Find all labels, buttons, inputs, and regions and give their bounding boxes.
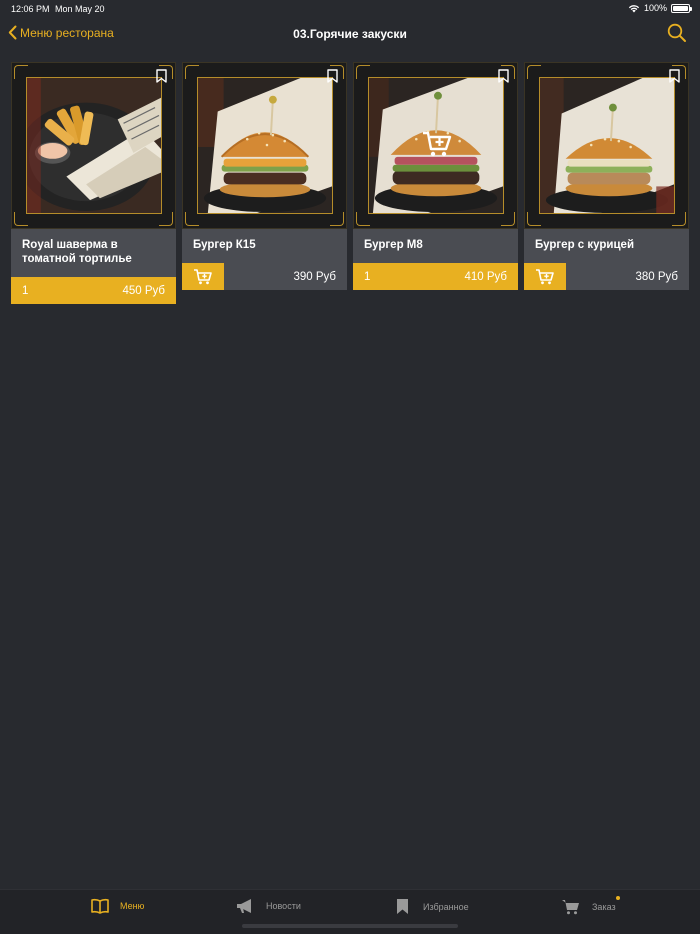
in-cart-overlay-icon bbox=[422, 129, 452, 164]
home-indicator bbox=[242, 924, 458, 928]
product-cart-row[interactable]: 1 450 Руб bbox=[11, 277, 176, 304]
order-badge-dot bbox=[616, 896, 620, 900]
bookmark-button[interactable] bbox=[498, 69, 509, 88]
cart-plus-icon bbox=[536, 269, 554, 285]
megaphone-icon bbox=[237, 899, 251, 913]
add-to-cart-button[interactable] bbox=[524, 263, 566, 290]
add-to-cart-button[interactable] bbox=[182, 263, 224, 290]
cart-icon bbox=[562, 900, 579, 915]
product-price: 450 Руб bbox=[122, 284, 165, 297]
bookmark-icon bbox=[156, 69, 167, 83]
battery-percent: 100% bbox=[643, 3, 667, 13]
tab-news[interactable]: Новости bbox=[236, 898, 301, 914]
product-price: 390 Руб bbox=[293, 270, 336, 283]
product-image-burger bbox=[539, 77, 675, 214]
book-icon bbox=[91, 898, 109, 914]
product-image-frame[interactable] bbox=[11, 62, 176, 229]
tab-order[interactable]: Заказ bbox=[561, 898, 616, 915]
product-name: Бургер М8 bbox=[353, 229, 518, 263]
status-right: 100% bbox=[628, 3, 692, 13]
status-time: 12:06 PM bbox=[11, 4, 50, 14]
product-image-frame[interactable] bbox=[182, 62, 347, 229]
product-image-frame[interactable] bbox=[524, 62, 689, 229]
product-name: Royal шаверма в томатной тортилье bbox=[11, 229, 176, 277]
product-grid: Royal шаверма в томатной тортилье 1 450 … bbox=[11, 62, 689, 304]
product-cart-row: 390 Руб bbox=[182, 263, 347, 290]
bookmark-icon bbox=[327, 69, 338, 83]
product-card[interactable]: Royal шаверма в томатной тортилье 1 450 … bbox=[11, 62, 176, 304]
tab-news-label: Новости bbox=[266, 901, 301, 911]
product-card[interactable]: Бургер с курицей 380 Руб bbox=[524, 62, 689, 304]
search-button[interactable] bbox=[667, 23, 687, 48]
product-image-frame[interactable] bbox=[353, 62, 518, 229]
product-card[interactable]: Бургер К15 390 Руб bbox=[182, 62, 347, 304]
product-name: Бургер К15 bbox=[182, 229, 347, 263]
product-name: Бургер с курицей bbox=[524, 229, 689, 263]
bookmark-icon bbox=[397, 899, 408, 914]
search-icon bbox=[667, 23, 686, 42]
cart-plus-icon bbox=[194, 269, 212, 285]
battery-icon bbox=[671, 3, 692, 13]
bookmark-button[interactable] bbox=[156, 69, 167, 88]
product-cart-row[interactable]: 1 410 Руб bbox=[353, 263, 518, 290]
status-date: Mon May 20 bbox=[55, 4, 105, 14]
product-quantity[interactable]: 1 bbox=[22, 285, 28, 297]
product-card[interactable]: Бургер М8 1 410 Руб bbox=[353, 62, 518, 304]
product-image-burger bbox=[197, 77, 333, 214]
product-quantity[interactable]: 1 bbox=[364, 271, 370, 283]
product-price: 410 Руб bbox=[464, 270, 507, 283]
tab-favorites-label: Избранное bbox=[423, 901, 469, 912]
tab-order-label: Заказ bbox=[592, 901, 616, 912]
page-title: 03.Горячие закуски bbox=[293, 27, 407, 41]
bookmark-icon bbox=[669, 69, 680, 83]
status-bar: 12:06 PM Mon May 20 100% bbox=[0, 0, 700, 18]
bookmark-icon bbox=[498, 69, 509, 83]
product-price: 380 Руб bbox=[635, 270, 678, 283]
product-image-shawarma bbox=[26, 77, 162, 214]
wifi-icon bbox=[628, 4, 640, 12]
tab-favorites[interactable]: Избранное bbox=[396, 898, 469, 915]
bookmark-button[interactable] bbox=[327, 69, 338, 88]
tab-menu[interactable]: Меню bbox=[91, 898, 144, 914]
bookmark-button[interactable] bbox=[669, 69, 680, 88]
product-cart-row: 380 Руб bbox=[524, 263, 689, 290]
nav-bar: Меню ресторана 03.Горячие закуски bbox=[0, 18, 700, 52]
tab-menu-label: Меню bbox=[120, 901, 145, 911]
